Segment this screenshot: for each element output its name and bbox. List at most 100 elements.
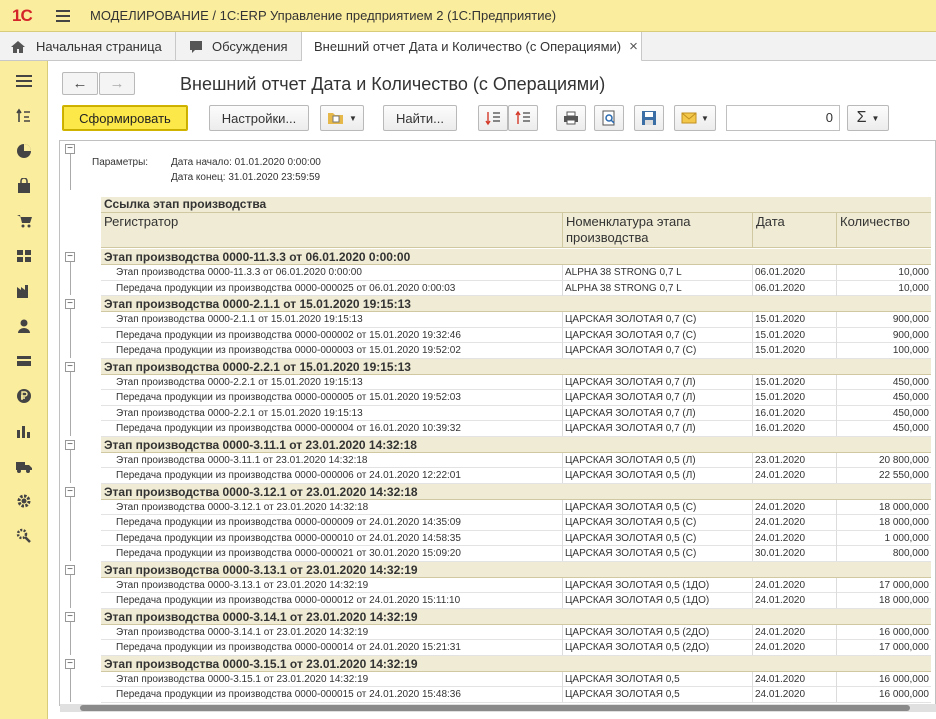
group-header[interactable]: Этап производства 0000-3.14.1 от 23.01.2… <box>101 608 931 625</box>
params-end: Дата конец: 31.01.2020 23:59:59 <box>171 172 321 183</box>
cart-icon[interactable] <box>14 211 34 231</box>
collapse-group-icon[interactable]: − <box>65 564 75 575</box>
truck-icon[interactable] <box>14 456 34 476</box>
print-button[interactable] <box>556 105 586 131</box>
table-row[interactable]: Передача продукции из производства 0000-… <box>101 593 931 609</box>
forward-button[interactable]: → <box>99 72 135 95</box>
table-row[interactable]: Передача продукции из производства 0000-… <box>101 421 931 437</box>
find-button[interactable]: Найти... <box>383 105 457 131</box>
table-row[interactable]: Передача продукции из производства 0000-… <box>101 280 931 296</box>
sigma-icon: Σ <box>856 109 867 126</box>
group-header[interactable]: Этап производства 0000-3.15.1 от 23.01.2… <box>101 655 931 672</box>
table-row[interactable]: Передача продукции из производства 0000-… <box>101 530 931 546</box>
collapse-group-icon[interactable]: − <box>65 361 75 372</box>
table-row[interactable]: Передача продукции из производства 0000-… <box>101 640 931 656</box>
table-row[interactable]: Передача продукции из производства 0000-… <box>101 343 931 359</box>
quantity-cell: 900,000 <box>892 329 929 341</box>
bars-icon[interactable] <box>14 421 34 441</box>
table-header: Регистратор Номенклатура этапа производс… <box>101 213 931 248</box>
collapse-params-icon[interactable]: − <box>65 144 75 154</box>
date-cell: 24.01.2020 <box>755 673 806 685</box>
group-header[interactable]: Этап производства 0000-3.13.1 от 23.01.2… <box>101 561 931 578</box>
tools-icon[interactable] <box>14 526 34 546</box>
table-row[interactable]: Передача продукции из производства 0000-… <box>101 468 931 484</box>
nomenclature-cell: ALPHA 38 STRONG 0,7 L <box>565 267 682 278</box>
table-row[interactable]: Этап производства 0000-2.1.1 от 15.01.20… <box>101 312 931 328</box>
ruble-icon[interactable] <box>14 386 34 406</box>
close-tab-icon[interactable]: × <box>629 38 638 55</box>
main-menu-icon[interactable] <box>56 10 70 22</box>
date-cell: 15.01.2020 <box>755 329 806 341</box>
collapse-group-icon[interactable]: − <box>65 658 75 669</box>
registrar-cell: Передача продукции из производства 0000-… <box>116 689 461 700</box>
group-header[interactable]: Этап производства 0000-3.11.1 от 23.01.2… <box>101 436 931 453</box>
quantity-cell: 16 000,000 <box>878 626 929 638</box>
table-row[interactable]: Передача продукции из производства 0000-… <box>101 390 931 406</box>
nomenclature-cell: ЦАРСКАЯ ЗОЛОТАЯ 0,5 (Л) <box>565 454 696 466</box>
report-spreadsheet[interactable]: − Параметры: Дата начало: 01.01.2020 0:0… <box>59 140 936 706</box>
tab-report[interactable]: Внешний отчет Дата и Количество (с Опера… <box>302 32 642 62</box>
group-header[interactable]: Этап производства 0000-2.2.1 от 15.01.20… <box>101 358 931 375</box>
nomenclature-cell: ЦАРСКАЯ ЗОЛОТАЯ 0,5 (1ДО) <box>565 595 710 606</box>
table-row[interactable]: Передача продукции из производства 0000-… <box>101 327 931 343</box>
collapse-groups-button[interactable] <box>478 105 508 131</box>
collapse-group-icon[interactable]: − <box>65 252 75 262</box>
factory-icon[interactable] <box>14 281 34 301</box>
collapse-group-icon[interactable]: − <box>65 439 75 450</box>
gear-icon[interactable] <box>14 491 34 511</box>
registrar-cell: Передача продукции из производства 0000-… <box>116 470 461 481</box>
table-row[interactable]: Этап производства 0000-3.15.1 от 23.01.2… <box>101 671 931 687</box>
bag-icon[interactable] <box>14 176 34 196</box>
group-header[interactable]: Этап производства 0000-3.12.1 от 23.01.2… <box>101 483 931 500</box>
send-email-button[interactable]: ▼ <box>674 105 716 131</box>
save-button[interactable] <box>634 105 664 131</box>
card-icon[interactable] <box>14 351 34 371</box>
sum-menu-button[interactable]: Σ ▼ <box>847 105 889 131</box>
tab-home[interactable]: Начальная страница <box>0 32 176 61</box>
generate-button[interactable]: Сформировать <box>62 105 188 131</box>
grid-icon[interactable] <box>14 246 34 266</box>
scrollbar-thumb[interactable] <box>80 705 910 711</box>
collapse-group-icon[interactable]: − <box>65 299 75 309</box>
sum-value-field[interactable]: 0 <box>726 105 840 131</box>
table-row[interactable]: Передача продукции из производства 0000-… <box>101 515 931 531</box>
tab-discussions[interactable]: Обсуждения <box>176 32 302 61</box>
nomenclature-cell: ЦАРСКАЯ ЗОЛОТАЯ 0,5 (С) <box>565 517 697 528</box>
col-nomenclature-header: Номенклатура этапа производства <box>566 214 691 245</box>
preview-button[interactable] <box>594 105 624 131</box>
tasks-icon[interactable] <box>14 106 34 126</box>
expand-groups-button[interactable] <box>508 105 538 131</box>
quantity-cell: 17 000,000 <box>878 579 929 591</box>
horizontal-scrollbar[interactable] <box>60 704 936 712</box>
app-logo[interactable]: 1С <box>12 6 33 26</box>
registrar-cell: Этап производства 0000-2.1.1 от 15.01.20… <box>116 314 363 325</box>
save-icon <box>642 111 656 125</box>
collapse-group-icon[interactable]: − <box>65 611 75 622</box>
back-button[interactable]: ← <box>62 72 98 95</box>
person-icon[interactable] <box>14 316 34 336</box>
nomenclature-cell: ЦАРСКАЯ ЗОЛОТАЯ 0,7 (Л) <box>565 423 696 434</box>
registrar-cell: Передача продукции из производства 0000-… <box>116 423 461 434</box>
menu-icon[interactable] <box>14 71 34 91</box>
group-header[interactable]: Этап производства 0000-11.3.3 от 06.01.2… <box>101 249 931 265</box>
table-row[interactable]: Этап производства 0000-3.12.1 от 23.01.2… <box>101 499 931 515</box>
nomenclature-cell: ЦАРСКАЯ ЗОЛОТАЯ 0,7 (Л) <box>565 392 696 403</box>
table-row[interactable]: Этап производства 0000-3.11.1 от 23.01.2… <box>101 452 931 468</box>
registrar-cell: Передача продукции из производства 0000-… <box>116 345 461 356</box>
group-header[interactable]: Этап производства 0000-2.1.1 от 15.01.20… <box>101 296 931 312</box>
date-cell: 15.01.2020 <box>755 376 806 388</box>
table-row[interactable]: Передача продукции из производства 0000-… <box>101 687 931 703</box>
header-link: Ссылка этап производства <box>104 197 267 211</box>
col-quantity-header: Количество <box>840 214 910 229</box>
table-row[interactable]: Этап производства 0000-3.13.1 от 23.01.2… <box>101 577 931 593</box>
registrar-cell: Этап производства 0000-2.2.1 от 15.01.20… <box>116 407 363 419</box>
table-row[interactable]: Этап производства 0000-2.2.1 от 15.01.20… <box>101 374 931 390</box>
settings-button[interactable]: Настройки... <box>209 105 309 131</box>
table-row[interactable]: Передача продукции из производства 0000-… <box>101 546 931 562</box>
collapse-group-icon[interactable]: − <box>65 486 75 497</box>
variants-dropdown-button[interactable]: ▼ <box>320 105 364 131</box>
table-row[interactable]: Этап производства 0000-11.3.3 от 06.01.2… <box>101 265 931 281</box>
chart-pie-icon[interactable] <box>14 141 34 161</box>
table-row[interactable]: Этап производства 0000-2.2.1 от 15.01.20… <box>101 405 931 421</box>
table-row[interactable]: Этап производства 0000-3.14.1 от 23.01.2… <box>101 624 931 640</box>
